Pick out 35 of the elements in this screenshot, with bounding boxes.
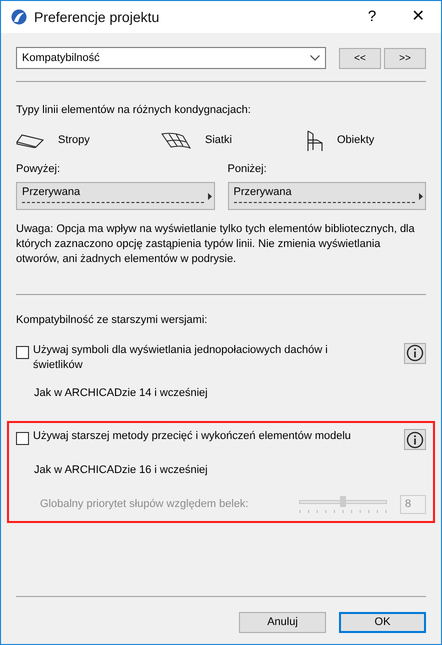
field-label: Poniżej: <box>228 162 268 176</box>
category-label: Obiekty <box>337 133 374 148</box>
arrow-icon <box>208 193 212 200</box>
close-button[interactable]: ✕ <box>395 1 441 33</box>
checkbox-label[interactable]: Używaj starszej metody przecięć i wykończeń elementów modelu <box>33 429 363 444</box>
category-label: Siatki <box>205 133 232 148</box>
line-type-picker[interactable]: Przerywana <box>228 182 426 210</box>
checkbox[interactable] <box>16 432 29 445</box>
line-type-picker[interactable]: Przerywana <box>16 182 214 210</box>
app-logo <box>11 9 27 25</box>
chair-icon <box>307 130 323 152</box>
arrow-icon <box>419 193 423 200</box>
version-note: Jak w ARCHICADzie 14 i wcześniej <box>34 386 209 400</box>
chevron-icon <box>310 55 320 61</box>
ok-button[interactable]: OK <box>339 612 426 633</box>
section-heading: Typy linii elementów na różnych kondygnacjach: <box>16 103 252 118</box>
page-dropdown[interactable]: Kompatybilność <box>16 47 326 69</box>
slab-icon <box>16 134 44 148</box>
info-button[interactable] <box>404 342 426 364</box>
field-label: Powyżej: <box>16 162 62 176</box>
next-button[interactable]: >> <box>384 48 426 68</box>
window-title: Preferencje projektu <box>34 8 160 27</box>
slider-label: Globalny priorytet słupów względem belek: <box>40 496 248 512</box>
version-note: Jak w ARCHICADzie 16 i wcześniej <box>34 463 209 478</box>
checkbox-label[interactable]: Używaj symboli dla wyświetlania jednopołaciowych dachów i świetlików <box>33 342 363 372</box>
value-field: 8 <box>400 494 426 514</box>
category-label: Stropy <box>58 133 90 148</box>
help-button[interactable]: ? <box>349 1 395 33</box>
note-text: Uwaga: Opcja ma wpływ na wyświetlanie tylko tych elementów bibliotecznych, dla których zaznaczono opcję zastąpienia typów linii. Nie zmienia wyświetlania otworów, ani żadnych elementów w podrysie. <box>16 222 416 267</box>
cancel-button[interactable]: Anuluj <box>239 612 326 633</box>
previous-button[interactable]: << <box>339 48 381 68</box>
mesh-icon <box>161 132 191 150</box>
checkbox[interactable] <box>16 346 29 358</box>
info-button[interactable] <box>404 429 426 450</box>
section-heading: Kompatybilność ze starszymi wersjami: <box>16 313 208 328</box>
